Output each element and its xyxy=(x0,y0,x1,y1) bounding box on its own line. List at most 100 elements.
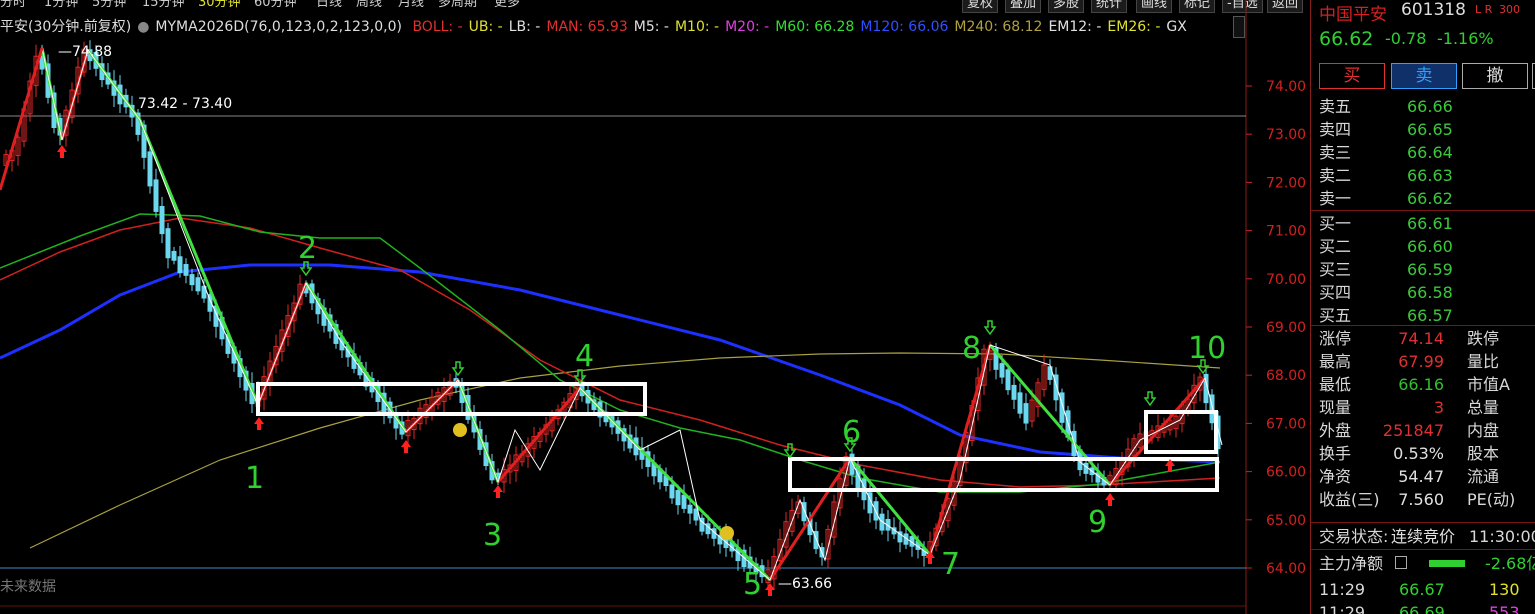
wave-label: 3 xyxy=(483,518,502,553)
row-value: -2.68亿 xyxy=(1485,554,1535,573)
candle-body xyxy=(1083,462,1089,474)
row-label: 交易状态: xyxy=(1319,527,1389,546)
ask-row: 卖二 66.63 xyxy=(1319,164,1534,187)
high-price-label: —74.88 xyxy=(58,44,112,60)
row-value: 连续竞价 xyxy=(1391,527,1456,546)
candle-body xyxy=(681,494,687,509)
stock-name: 中国平安 xyxy=(1319,5,1387,25)
stat-row: 外盘 251847 内盘 xyxy=(1319,419,1534,442)
bid-row: 买二 66.60 xyxy=(1319,235,1534,258)
ask-row: 卖四 66.65 xyxy=(1319,118,1534,141)
price-tick-label: 66.00 xyxy=(1266,465,1306,481)
sell-arrow-icon xyxy=(983,320,997,336)
sell-arrow-icon xyxy=(451,361,465,377)
stock-chart-window: 分时 1分钟 5分钟 15分钟 30分钟 60分钟 日线 周线 月线 多周期 更多 复权 叠加 多股 统计… xyxy=(0,0,1535,614)
wave-label: 5 xyxy=(743,567,762,602)
divider xyxy=(1311,210,1535,211)
wave-label: 4 xyxy=(575,339,594,374)
buy-button[interactable]: 买 xyxy=(1319,63,1385,89)
stat-label-right: 跌停 xyxy=(1467,329,1500,348)
bid-row: 买一 66.61 xyxy=(1319,212,1534,235)
stock-code: 601318 xyxy=(1401,0,1466,20)
change-value: -0.78 xyxy=(1385,29,1427,48)
candle-body xyxy=(1017,392,1023,414)
row-value: 66.64 xyxy=(1407,143,1453,162)
flow-bar xyxy=(1429,560,1465,567)
price-tick-label: 70.00 xyxy=(1266,272,1306,288)
stat-label-right: 市值A xyxy=(1467,375,1510,394)
candle-body xyxy=(1023,403,1029,424)
row-value: 66.60 xyxy=(1407,237,1453,256)
candle-body xyxy=(159,206,165,235)
stat-label-right: PE(动) xyxy=(1467,490,1516,509)
trade-state-row: 交易状态: 连续竞价 11:30:00 xyxy=(1319,525,1535,548)
tick-row: 11:29 66.69 553 xyxy=(1319,601,1534,614)
row-label: 现量 xyxy=(1319,398,1352,417)
quote-panel: 中国平安 601318 L R 300 66.62 -0.78 -1.16% 买… xyxy=(1310,0,1535,614)
price-tick-label: 67.00 xyxy=(1266,416,1306,432)
wave-label: 2 xyxy=(298,231,317,266)
price-tick-label: 72.00 xyxy=(1266,175,1306,191)
stat-label-right: 总量 xyxy=(1467,398,1500,417)
zigzag-segment xyxy=(138,119,260,406)
row-value: 66.57 xyxy=(1407,306,1453,325)
stat-row: 最低 66.16 市值A xyxy=(1319,373,1534,396)
candle-body xyxy=(153,179,159,212)
price-tick-label: 68.00 xyxy=(1266,368,1306,384)
row-label: 涨停 xyxy=(1319,329,1352,348)
price-tick-label: 69.00 xyxy=(1266,320,1306,336)
row-label: 11:29 xyxy=(1319,603,1366,614)
row-value: 54.47 xyxy=(1398,467,1444,486)
row-value: 251847 xyxy=(1382,421,1444,440)
zigzag-segment xyxy=(848,457,932,556)
row-value: 66.62 xyxy=(1407,189,1453,208)
divider xyxy=(1311,522,1535,523)
sell-button[interactable]: 卖 xyxy=(1391,63,1457,89)
stock-index: 300 xyxy=(1499,3,1520,16)
sell-arrow-icon xyxy=(1143,391,1157,407)
wave-label: 7 xyxy=(941,547,960,582)
buy-arrow-icon xyxy=(254,417,264,430)
zigzag-segment xyxy=(304,282,408,433)
row-label: 买二 xyxy=(1319,237,1352,256)
ask-row: 卖五 66.66 xyxy=(1319,95,1534,118)
stat-row: 最高 67.99 量比 xyxy=(1319,350,1534,373)
row-label: 11:29 xyxy=(1319,580,1366,599)
price-tick-label: 73.00 xyxy=(1266,127,1306,143)
row-value: 66.67 xyxy=(1399,580,1445,599)
zigzag-segment xyxy=(768,457,852,581)
price-tick-label: 65.00 xyxy=(1266,513,1306,529)
row-value: 66.69 xyxy=(1399,603,1445,614)
wave-label: 1 xyxy=(245,461,264,496)
stat-row: 现量 3 总量 xyxy=(1319,396,1534,419)
kline-chart[interactable]: 74.00 73.00 72.00 71.00 70.00 69.00 68.00 67.00… xyxy=(0,0,1310,614)
row-label: 买五 xyxy=(1319,306,1352,325)
candle-body xyxy=(669,484,675,499)
zigzag-segment xyxy=(928,344,992,556)
price-tick-label: 74.00 xyxy=(1266,79,1306,95)
wave-label: 8 xyxy=(962,331,981,366)
candle-body xyxy=(999,363,1005,378)
candle-body xyxy=(189,274,195,286)
bid-row: 买三 66.59 xyxy=(1319,258,1534,281)
candle-body xyxy=(693,508,699,521)
bid-row: 买四 66.58 xyxy=(1319,281,1534,304)
candle-body xyxy=(171,250,177,261)
candle-body xyxy=(1005,369,1011,391)
row-label: 卖四 xyxy=(1319,120,1352,139)
tick-vol: 553 xyxy=(1489,603,1520,614)
list-icon[interactable] xyxy=(1395,556,1407,569)
candle-body xyxy=(165,228,171,259)
candle-body xyxy=(687,504,693,514)
cancel-button[interactable]: 撤 xyxy=(1462,63,1528,89)
row-label: 卖一 xyxy=(1319,189,1352,208)
row-label: 买四 xyxy=(1319,283,1352,302)
tick-vol: 130 xyxy=(1489,580,1520,599)
row-label: 净资 xyxy=(1319,467,1352,486)
candle-body xyxy=(147,151,153,187)
row-value: 3 xyxy=(1433,398,1444,417)
row-label: 买一 xyxy=(1319,214,1352,233)
row-value: 0.53% xyxy=(1393,444,1444,463)
stat-label-right: 量比 xyxy=(1467,352,1500,371)
row-label: 主力净额 xyxy=(1319,554,1384,573)
